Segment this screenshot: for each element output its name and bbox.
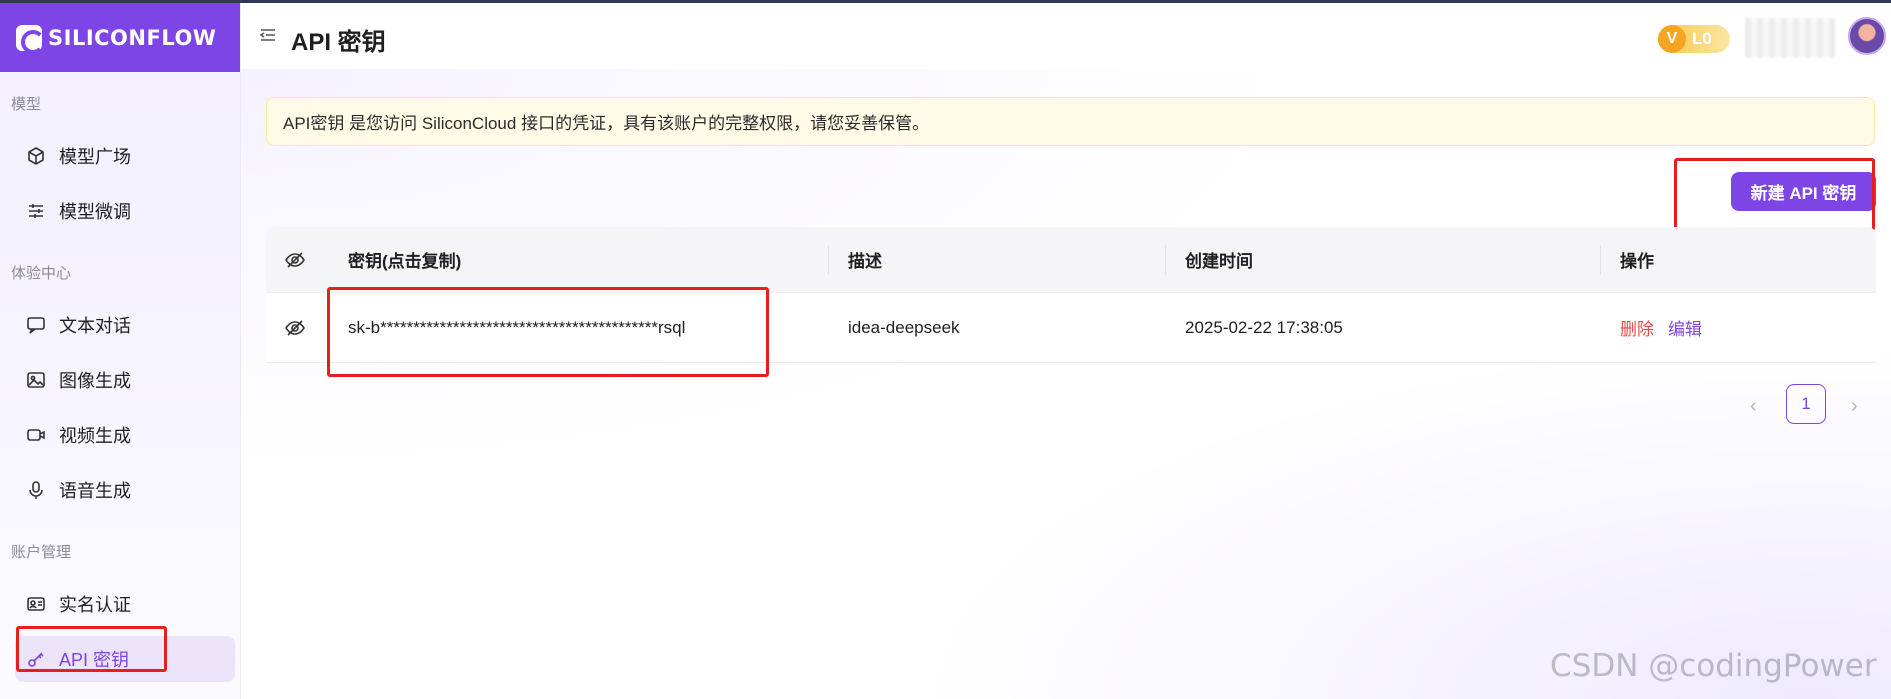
cube-icon xyxy=(25,145,47,167)
avatar[interactable] xyxy=(1848,17,1886,55)
sidebar-item-label: 实名认证 xyxy=(59,595,131,615)
watermark: CSDN @codingPower xyxy=(1550,648,1877,684)
sidebar-item-label: 文本对话 xyxy=(59,316,131,336)
sidebar-item-image-gen[interactable]: 图像生成 xyxy=(15,357,235,403)
notice-banner: API密钥 是您访问 SiliconCloud 接口的凭证，具有该账户的完整权限… xyxy=(266,97,1875,146)
key-created-time: 2025-02-22 17:38:05 xyxy=(1185,317,1343,337)
pagination-page-1[interactable]: 1 xyxy=(1786,384,1826,424)
edit-button[interactable]: 编辑 xyxy=(1668,315,1702,340)
new-api-key-button[interactable]: 新建 API 密钥 xyxy=(1731,172,1876,211)
eye-off-icon[interactable] xyxy=(284,227,306,292)
section-label-models: 模型 xyxy=(11,96,42,113)
api-key-value[interactable]: sk-b************************************… xyxy=(348,293,685,362)
sidebar-item-label: 模型广场 xyxy=(59,147,131,167)
notice-text: API密钥 是您访问 SiliconCloud 接口的凭证，具有该账户的完整权限… xyxy=(283,114,930,133)
main-background xyxy=(241,69,1891,699)
sidebar-item-model-finetune[interactable]: 模型微调 xyxy=(15,188,235,234)
brand-name: SILICONFLOW xyxy=(48,25,217,50)
id-card-icon xyxy=(25,593,47,615)
column-divider xyxy=(1600,245,1601,275)
eye-off-icon[interactable] xyxy=(284,293,306,362)
sidebar-item-voice-gen[interactable]: 语音生成 xyxy=(15,467,235,513)
sidebar-item-label: 视频生成 xyxy=(59,426,131,446)
key-icon xyxy=(25,648,47,670)
sidebar-item-label: 模型微调 xyxy=(59,202,131,222)
page-title: API 密钥 xyxy=(291,29,386,56)
column-header-description: 描述 xyxy=(848,252,882,271)
chat-icon xyxy=(25,314,47,336)
column-divider xyxy=(1165,245,1166,275)
column-header-key: 密钥(点击复制) xyxy=(348,252,462,271)
key-description: idea-deepseek xyxy=(848,317,960,337)
logo[interactable]: SILICONFLOW xyxy=(0,3,240,72)
menu-collapse-icon[interactable] xyxy=(259,28,276,42)
pagination-next[interactable]: › xyxy=(1851,395,1858,418)
sidebar-item-video-gen[interactable]: 视频生成 xyxy=(15,412,235,458)
top-border xyxy=(0,0,1891,3)
sidebar-item-text-chat[interactable]: 文本对话 xyxy=(15,302,235,348)
api-key-table: 密钥(点击复制) 描述 创建时间 操作 sk-b****************… xyxy=(266,227,1876,363)
pagination-prev[interactable]: ‹ xyxy=(1750,395,1757,418)
sidebar-item-label: 语音生成 xyxy=(59,481,131,501)
vip-icon: V xyxy=(1658,25,1686,53)
level-text: L0 xyxy=(1692,29,1712,48)
table-header: 密钥(点击复制) 描述 创建时间 操作 xyxy=(266,227,1876,293)
video-icon xyxy=(25,424,47,446)
sidebar-item-api-keys[interactable]: API 密钥 xyxy=(15,636,235,682)
level-badge[interactable]: V L0 xyxy=(1658,25,1730,53)
delete-button[interactable]: 删除 xyxy=(1620,315,1654,340)
table-row: sk-b************************************… xyxy=(266,293,1876,363)
sidebar-item-label: 图像生成 xyxy=(59,371,131,391)
image-icon xyxy=(25,369,47,391)
column-header-created: 创建时间 xyxy=(1185,252,1253,271)
microphone-icon xyxy=(25,479,47,501)
section-label-account: 账户管理 xyxy=(11,544,72,561)
sliders-icon xyxy=(25,200,47,222)
column-divider xyxy=(828,245,829,275)
user-info-blurred[interactable] xyxy=(1745,18,1835,58)
column-header-actions: 操作 xyxy=(1620,252,1654,271)
siliconflow-logo-icon xyxy=(16,24,45,54)
section-label-experience: 体验中心 xyxy=(11,265,72,282)
sidebar-item-real-name[interactable]: 实名认证 xyxy=(15,581,235,627)
sidebar-item-model-square[interactable]: 模型广场 xyxy=(15,133,235,179)
sidebar-item-label: API 密钥 xyxy=(59,650,130,670)
